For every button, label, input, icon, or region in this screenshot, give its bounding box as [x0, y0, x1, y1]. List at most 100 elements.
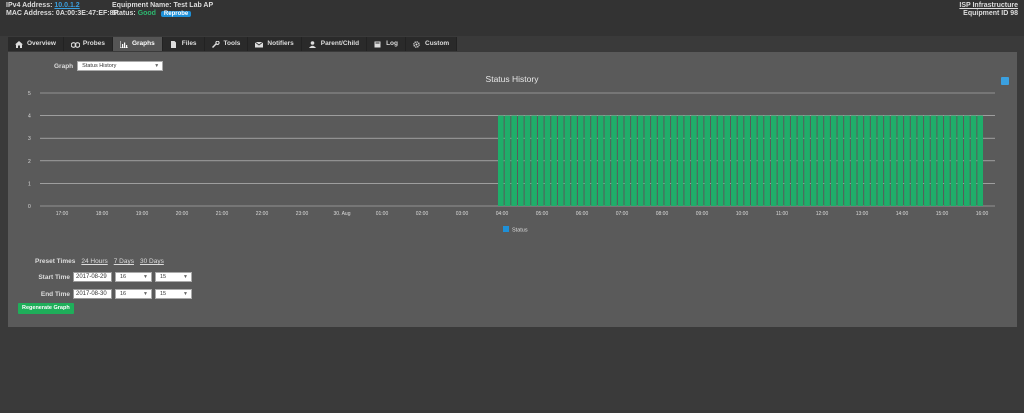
chevron-down-icon: ▼ — [143, 274, 148, 280]
x-tick-label: 22:00 — [256, 211, 269, 217]
status-bar — [857, 115, 864, 206]
tab-overview[interactable]: Overview — [8, 37, 64, 51]
tab-probes[interactable]: Probes — [63, 37, 113, 51]
end-date-input[interactable]: 2017-08-30 — [73, 289, 112, 299]
tab-custom[interactable]: Custom — [406, 37, 458, 51]
status-bar — [571, 115, 577, 206]
x-tick-label: 19:00 — [136, 211, 149, 217]
status-bar — [611, 115, 617, 206]
tab-label: Notifiers — [267, 40, 294, 47]
probes-icon — [70, 41, 80, 48]
tab-parent-child[interactable]: Parent/Child — [301, 37, 368, 51]
x-tick-label: 30. Aug — [334, 211, 351, 217]
y-tick-label: 1 — [28, 181, 31, 187]
y-tick-label: 3 — [28, 136, 31, 142]
tab-notifiers[interactable]: Notifiers — [248, 37, 302, 51]
ipv4-link[interactable]: 10.0.1.2 — [54, 2, 79, 9]
graph-icon — [119, 40, 128, 48]
status-bar — [917, 115, 924, 206]
x-tick-label: 06:00 — [576, 211, 589, 217]
status-bar — [498, 115, 504, 206]
x-tick-label: 02:00 — [416, 211, 429, 217]
status-bar — [711, 115, 717, 206]
tab-label: Parent/Child — [320, 40, 360, 47]
graph-selector: Graph Status History ▼ — [54, 61, 164, 71]
status-bar — [784, 115, 790, 206]
graph-select-label: Graph — [54, 62, 74, 70]
y-tick-label: 5 — [28, 91, 31, 97]
tab-label: Log — [386, 40, 398, 47]
status-bar — [664, 115, 671, 206]
gear-icon — [413, 40, 421, 48]
status-bar — [870, 115, 877, 206]
status-bar — [704, 115, 711, 206]
status-bar — [697, 115, 704, 206]
book-icon — [374, 41, 382, 48]
status-bar — [591, 115, 597, 206]
status-bar — [937, 115, 944, 206]
status-bar — [897, 115, 904, 206]
chevron-down-icon: ▼ — [183, 274, 188, 280]
status-bar — [531, 115, 537, 206]
chevron-down-icon: ▼ — [143, 291, 148, 297]
end-hour-select[interactable]: 16 ▼ — [115, 289, 152, 299]
status-bar — [844, 115, 850, 206]
mac-label: MAC Address: — [6, 10, 54, 17]
x-tick-label: 16:00 — [976, 211, 989, 217]
tab-label: Custom — [425, 40, 450, 47]
status-bar — [544, 115, 551, 206]
start-hour-select[interactable]: 16 ▼ — [115, 272, 152, 282]
x-tick-label: 12:00 — [816, 211, 829, 217]
status-bar — [677, 115, 684, 206]
status-bar — [717, 115, 724, 206]
status-bar — [657, 115, 664, 206]
envelope-icon — [255, 41, 264, 48]
y-tick-label: 4 — [28, 114, 31, 120]
status-bar — [524, 115, 531, 206]
status-bar — [684, 115, 691, 206]
tab-tools[interactable]: Tools — [204, 37, 249, 51]
isp-infrastructure-link[interactable]: ISP Infrastructure — [959, 2, 1018, 9]
graph-select[interactable]: Status History ▼ — [77, 61, 164, 71]
status-bar — [804, 115, 810, 206]
status-bar — [770, 115, 777, 206]
end-time-label: End Time — [40, 290, 70, 298]
tab-graphs[interactable]: Graphs — [112, 37, 163, 51]
status-bar — [651, 115, 657, 206]
x-tick-label: 05:00 — [536, 211, 549, 217]
x-tick-label: 17:00 — [56, 211, 69, 217]
reprobe-badge[interactable]: Reprobe — [160, 11, 192, 17]
start-minute-value: 15 — [160, 274, 167, 280]
status-bar — [890, 115, 897, 206]
status-bar — [817, 115, 824, 206]
status-bar — [584, 115, 591, 206]
x-tick-label: 18:00 — [96, 211, 109, 217]
equipment-id: Equipment ID 98 — [963, 10, 1018, 17]
start-date-input[interactable]: 2017-08-29 — [73, 272, 112, 282]
tab-files[interactable]: Files — [162, 37, 205, 51]
regenerate-graph-button[interactable]: Regenerate Graph — [18, 303, 74, 314]
end-minute-select[interactable]: 15 ▼ — [155, 289, 192, 299]
start-minute-select[interactable]: 15 ▼ — [155, 272, 192, 282]
start-time-label: Start Time — [38, 273, 70, 281]
status-bar — [970, 115, 977, 206]
legend-swatch — [503, 226, 509, 232]
preset-7-days-link[interactable]: 7 Days — [114, 258, 134, 265]
graphs-panel: Graph Status History ▼ Status History 0 1 2… — [8, 52, 1017, 327]
tab-label: Overview — [27, 40, 56, 47]
status-bar — [744, 115, 750, 206]
status-bar — [764, 115, 770, 206]
x-tick-label: 07:00 — [616, 211, 629, 217]
status-bar — [731, 115, 737, 206]
tab-log[interactable]: Log — [367, 37, 406, 51]
tab-label: Probes — [82, 40, 105, 47]
x-tick-label: 13:00 — [856, 211, 869, 217]
status-bar — [904, 115, 910, 206]
chevron-down-icon: ▼ — [183, 291, 188, 297]
x-tick-label: 09:00 — [696, 211, 709, 217]
status-bar — [957, 115, 964, 206]
user-icon — [308, 40, 317, 48]
preset-24-hours-link[interactable]: 24 Hours — [81, 258, 107, 265]
x-tick-label: 15:00 — [936, 211, 949, 217]
preset-30-days-link[interactable]: 30 Days — [140, 258, 164, 265]
